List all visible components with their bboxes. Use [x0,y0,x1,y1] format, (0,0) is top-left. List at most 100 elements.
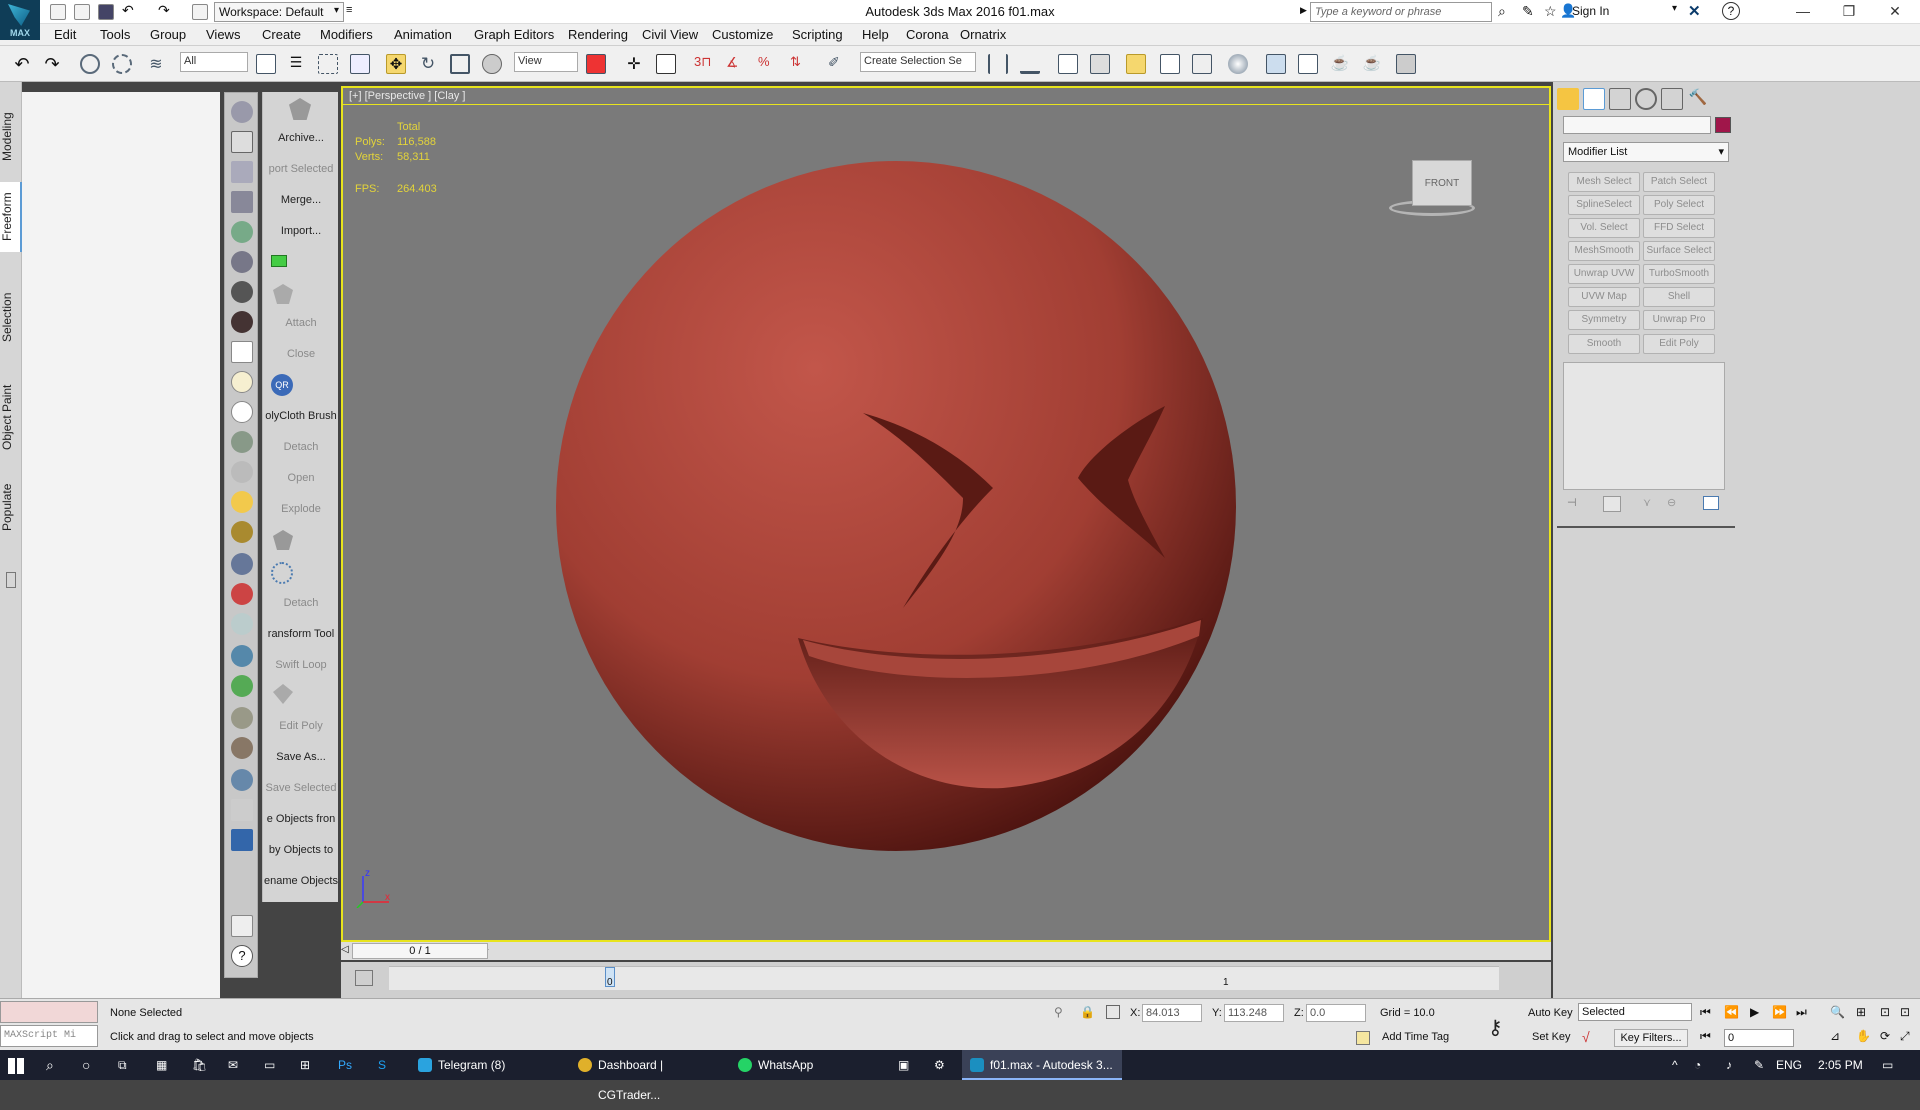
merge-button[interactable]: Merge... [263,194,339,206]
store-icon[interactable]: 🛍 [192,1050,207,1080]
select-move-icon[interactable]: ✥ [386,54,406,74]
modifier-list-dropdown[interactable]: Modifier List [1563,142,1729,162]
explode-button[interactable]: Explode [263,503,339,515]
swift-loop-button[interactable]: Swift Loop [263,659,339,671]
perspective-viewport[interactable]: [+] [Perspective ] [Clay ] Total Polys: 1… [341,86,1551,942]
y-coord-field[interactable]: 113.248 [1224,1004,1284,1022]
camera-icon[interactable] [231,221,253,243]
orbit-icon[interactable]: ⟳ [1880,1029,1890,1043]
layer-explorer-icon[interactable] [1090,54,1110,74]
merge-objects-from-button[interactable]: e Objects fron [263,813,339,825]
layers-icon[interactable] [231,799,253,821]
manipulate-icon[interactable]: ✛ [624,54,644,74]
tab-populate[interactable]: Populate [0,472,22,542]
sun-icon[interactable] [231,491,253,513]
next-frame-icon[interactable]: ⏩ [1772,1005,1787,1019]
stack-blue-icon[interactable] [231,829,253,851]
app-icon[interactable]: ▣ [898,1050,909,1080]
task-view-icon[interactable]: ⧉ [118,1050,127,1080]
rock-icon[interactable] [231,707,253,729]
pinecone-icon[interactable] [231,737,253,759]
taskbar-chrome-cgtrader[interactable]: Dashboard | CGTrader... [570,1050,728,1102]
basket-icon[interactable] [231,431,253,453]
unwrap-uvw-button[interactable]: Unwrap UVW [1568,264,1640,284]
keyboard-shortcut-icon[interactable] [656,54,676,74]
mail-icon[interactable]: ✉ [228,1050,238,1080]
search-input[interactable]: Type a keyword or phrase [1310,2,1492,22]
absolute-mode-icon[interactable] [1106,1005,1120,1019]
align-icon[interactable] [1020,54,1040,74]
ribbon-options-icon[interactable] [6,572,16,588]
select-object-icon[interactable] [256,54,276,74]
undo-icon[interactable]: ↶ [12,54,32,74]
panel-icon[interactable] [231,161,253,183]
workspace-dropdown[interactable]: Workspace: Default [214,2,344,22]
desktop-icon[interactable]: ▭ [264,1050,275,1080]
object-color-swatch[interactable] [1715,117,1731,133]
menu-animation[interactable]: Animation [394,27,452,42]
snaps-toggle-icon[interactable]: 3⊓ [694,54,714,74]
menu-edit[interactable]: Edit [54,27,76,42]
subscription-icon[interactable]: ✎ [1522,3,1534,20]
help-icon[interactable]: ? [1722,2,1740,20]
scene-icon[interactable] [231,915,253,937]
open-button[interactable]: Open [263,472,339,484]
favorites-star-icon[interactable]: ☆ [1544,3,1557,20]
plant-icon[interactable] [231,675,253,697]
remove-modifier-icon[interactable]: ⊖ [1667,496,1676,509]
reference-coordinate-dropdown[interactable]: View [514,52,578,72]
circle-icon[interactable] [231,401,253,423]
scene-explorer-icon[interactable] [1058,54,1078,74]
pin-stack-icon[interactable]: ⊣ [1567,496,1577,509]
frame-counter[interactable]: 0 / 1 [352,943,488,959]
track-bar-area[interactable]: 0 1 [389,966,1499,990]
archive-button[interactable]: Archive... [263,132,339,144]
time-tag-icon[interactable] [1356,1031,1370,1045]
unwrap-pro-button[interactable]: Unwrap Pro [1643,310,1715,330]
mini-curve-editor-icon[interactable] [355,970,373,986]
stack-icon[interactable] [231,553,253,575]
viewcube-front-face[interactable]: FRONT [1412,160,1472,206]
volume-icon[interactable]: ♪ [1726,1050,1732,1080]
undo-icon[interactable]: ↶ [122,2,134,19]
shell-button[interactable]: Shell [1643,287,1715,307]
zoom-extents-icon[interactable]: ⊡ [1880,1005,1890,1019]
photoshop-icon[interactable]: Ps [338,1050,352,1080]
globe-icon[interactable] [231,645,253,667]
open-file-icon[interactable] [74,4,90,20]
render-setup-icon[interactable] [1266,54,1286,74]
menu-views[interactable]: Views [206,27,240,42]
ffd-select-button[interactable]: FFD Select [1643,218,1715,238]
lock-selection-icon[interactable]: 🔒 [1080,1005,1095,1019]
unlink-icon[interactable] [112,54,132,74]
go-to-start-icon[interactable]: ⏮ [1700,1005,1711,1020]
taskbar-whatsapp[interactable]: WhatsApp [730,1050,888,1080]
menu-help[interactable]: Help [862,27,889,42]
windows-start-icon[interactable] [8,1058,24,1074]
close-button[interactable]: Close [263,348,339,360]
spinner-snap-icon[interactable]: ⇅ [790,54,810,74]
binoculars-icon[interactable]: ⌕ [1498,3,1506,20]
patch-select-button[interactable]: Patch Select [1643,172,1715,192]
maxscript-listener-input[interactable] [0,1001,98,1023]
qr-icon[interactable]: QR [271,374,293,396]
table-icon[interactable] [231,191,253,213]
project-folder-icon[interactable] [192,4,208,20]
set-key-mode-icon[interactable]: ⚷ [1488,1015,1503,1040]
poly-select-button[interactable]: Poly Select [1643,195,1715,215]
mountain-icon[interactable] [231,613,253,635]
help-icon[interactable]: ? [231,945,253,967]
field-of-view-icon[interactable]: ⊿ [1830,1029,1840,1043]
create-tab-icon[interactable] [1557,88,1579,110]
menu-civil-view[interactable]: Civil View [642,27,698,42]
modifier-stack[interactable] [1563,362,1725,490]
menu-scripting[interactable]: Scripting [792,27,843,42]
isolate-icon[interactable]: ⚲ [1054,1005,1063,1019]
calculator-icon[interactable]: ▦ [156,1050,167,1080]
menu-corona[interactable]: Corona [906,27,949,42]
object-name-field[interactable] [1563,116,1711,134]
teapot-icon[interactable] [231,101,253,123]
detach-button[interactable]: Detach [263,441,339,453]
tab-object-paint[interactable]: Object Paint [0,372,22,462]
x-coord-field[interactable]: 84.013 [1142,1004,1202,1022]
